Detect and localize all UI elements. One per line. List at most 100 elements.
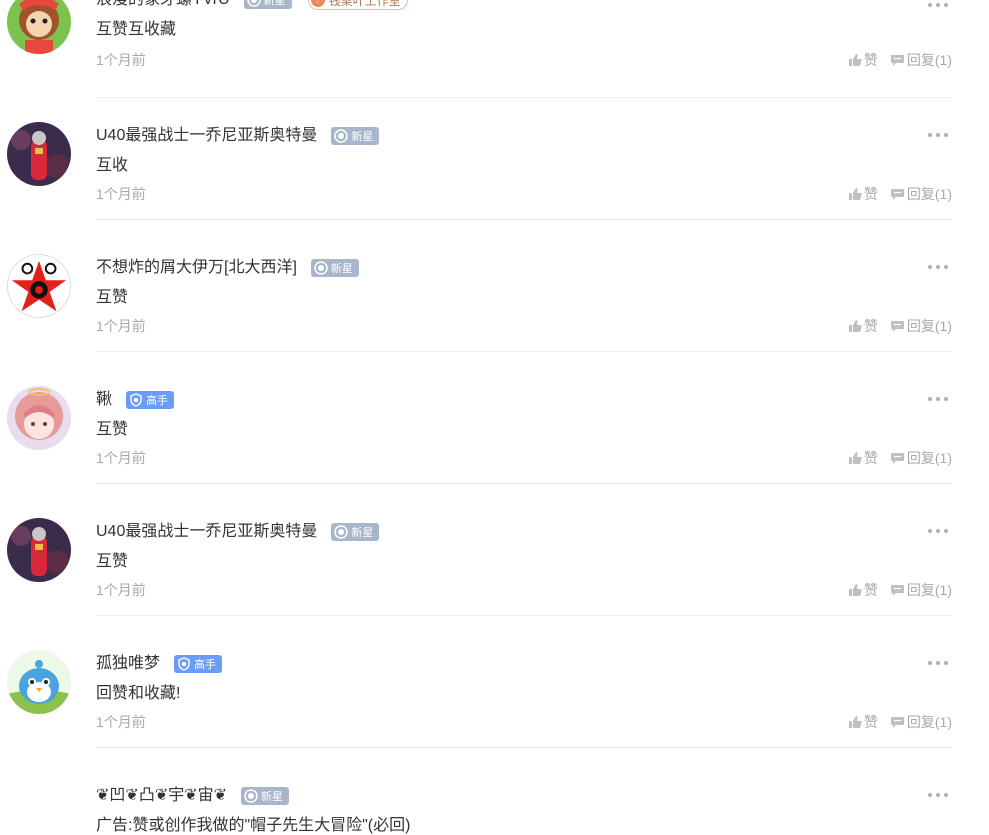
username[interactable]: 孤独唯梦 [96,652,160,676]
comment-content: 互赞互收藏 [96,21,177,38]
dot-icon [936,661,940,665]
level-badge: 高手 [126,391,175,409]
avatar[interactable] [7,0,71,54]
studio-label: 钱桌叶工作室 [328,0,401,8]
dot-icon [944,793,948,797]
divider [96,97,952,98]
dot-icon [936,265,940,269]
dot-icon [944,397,948,401]
more-options-button[interactable] [928,526,948,536]
dot-icon [928,529,932,533]
comment-content: 互赞 [96,421,129,438]
more-options-button[interactable] [928,394,948,404]
comment-bubble-icon [890,717,904,728]
reply-button[interactable]: 回复(1) [890,316,952,336]
comment-list: 浪漫的象牙螺YVrU 新星 ! 钱桌叶工作室 互赞互收藏 1个月前 赞 回复(1… [0,0,989,835]
dot-icon [944,3,948,7]
star-level-icon [314,261,328,275]
like-button[interactable]: 赞 [848,448,878,468]
divider [96,483,952,484]
avatar[interactable] [7,122,71,186]
username[interactable]: ❦凹❦凸❦宇❦宙❦ [96,784,227,808]
avatar[interactable] [7,386,71,450]
dot-icon [944,265,948,269]
level-badge: 高手 [174,655,223,673]
dot-icon [928,133,932,137]
more-options-button[interactable] [928,262,948,272]
dot-icon [936,3,940,7]
comment-item: 孤独唯梦 高手 回赞和收藏! 1个月前 赞 回复(1) [0,650,989,782]
dot-icon [944,133,948,137]
like-button[interactable]: 赞 [848,712,878,732]
level-label: 新星 [261,791,284,803]
like-button[interactable]: 赞 [848,316,878,336]
reply-button[interactable]: 回复(1) [890,712,952,732]
comment-time: 1个月前 [96,186,146,202]
like-label: 赞 [863,318,878,334]
dot-icon [928,265,932,269]
star-level-icon [244,789,258,803]
comment-bubble-icon [890,321,904,332]
avatar[interactable] [7,650,71,714]
anime-girl-icon [7,386,71,450]
comment-item: ❦凹❦凸❦宇❦宙❦ 新星 广告:赞或创作我做的"帽子先生大冒险"(必回) [0,782,989,835]
reply-button[interactable]: 回复(1) [890,50,952,70]
red-star-emblem-icon [8,255,70,317]
name-row: ❦凹❦凸❦宇❦宙❦ 新星 [96,784,290,808]
comment-time: 1个月前 [96,318,146,334]
name-row: 不想炸的屑大伊万[北大西洋] 新星 [96,256,359,280]
reply-button[interactable]: 回复(1) [890,448,952,468]
username[interactable]: 不想炸的屑大伊万[北大西洋] [96,256,297,280]
comment-content: 广告:赞或创作我做的"帽子先生大冒险"(必回) [96,817,411,834]
comment-item: U40最强战士一乔尼亚斯奥特曼 新星 互收 1个月前 赞 回复(1) [0,122,989,254]
dot-icon [936,529,940,533]
studio-badge[interactable]: ! 钱桌叶工作室 [307,0,408,10]
thumbs-up-icon [848,54,862,66]
dot-icon [944,529,948,533]
shield-level-icon [130,393,142,407]
avatar[interactable] [7,518,71,582]
comment-content: 互赞 [96,553,129,570]
comment-time: 1个月前 [96,714,146,730]
username[interactable]: 鞦 [96,388,112,412]
more-options-button[interactable] [928,130,948,140]
thumbs-up-icon [848,452,862,464]
reply-button[interactable]: 回复(1) [890,184,952,204]
reply-button[interactable]: 回复(1) [890,580,952,600]
comment-item: U40最强战士一乔尼亚斯奥特曼 新星 互赞 1个月前 赞 回复(1) [0,518,989,650]
comment-bubble-icon [890,453,904,464]
more-options-button[interactable] [928,658,948,668]
name-row: 鞦 高手 [96,388,175,412]
blue-bird-icon [7,650,71,714]
level-label: 新星 [330,263,353,275]
thumbs-up-icon [848,584,862,596]
username[interactable]: U40最强战士一乔尼亚斯奥特曼 [96,520,317,544]
name-row: 孤独唯梦 高手 [96,652,223,676]
like-button[interactable]: 赞 [848,50,878,70]
divider [96,219,952,220]
level-badge: 新星 [310,259,359,277]
like-button[interactable]: 赞 [848,580,878,600]
dot-icon [936,397,940,401]
level-label: 新星 [263,0,286,7]
divider [96,351,952,352]
thumbs-up-icon [848,188,862,200]
username[interactable]: 浪漫的象牙螺YVrU [96,0,230,12]
like-button[interactable]: 赞 [848,184,878,204]
name-row: 浪漫的象牙螺YVrU 新星 ! 钱桌叶工作室 [96,0,408,12]
comment-content: 互收 [96,157,129,174]
star-level-icon [334,129,349,143]
comment-bubble-icon [890,55,904,66]
reply-label: 回复(1) [906,582,952,598]
comment-time: 1个月前 [96,582,146,598]
level-badge: 新星 [331,127,380,145]
username[interactable]: U40最强战士一乔尼亚斯奥特曼 [96,124,317,148]
dot-icon [928,3,932,7]
avatar[interactable] [7,254,71,318]
star-level-icon [246,0,261,7]
dot-icon [928,793,932,797]
dot-icon [936,133,940,137]
more-options-button[interactable] [928,0,948,10]
more-options-button[interactable] [928,790,948,800]
name-row: U40最强战士一乔尼亚斯奥特曼 新星 [96,520,380,544]
